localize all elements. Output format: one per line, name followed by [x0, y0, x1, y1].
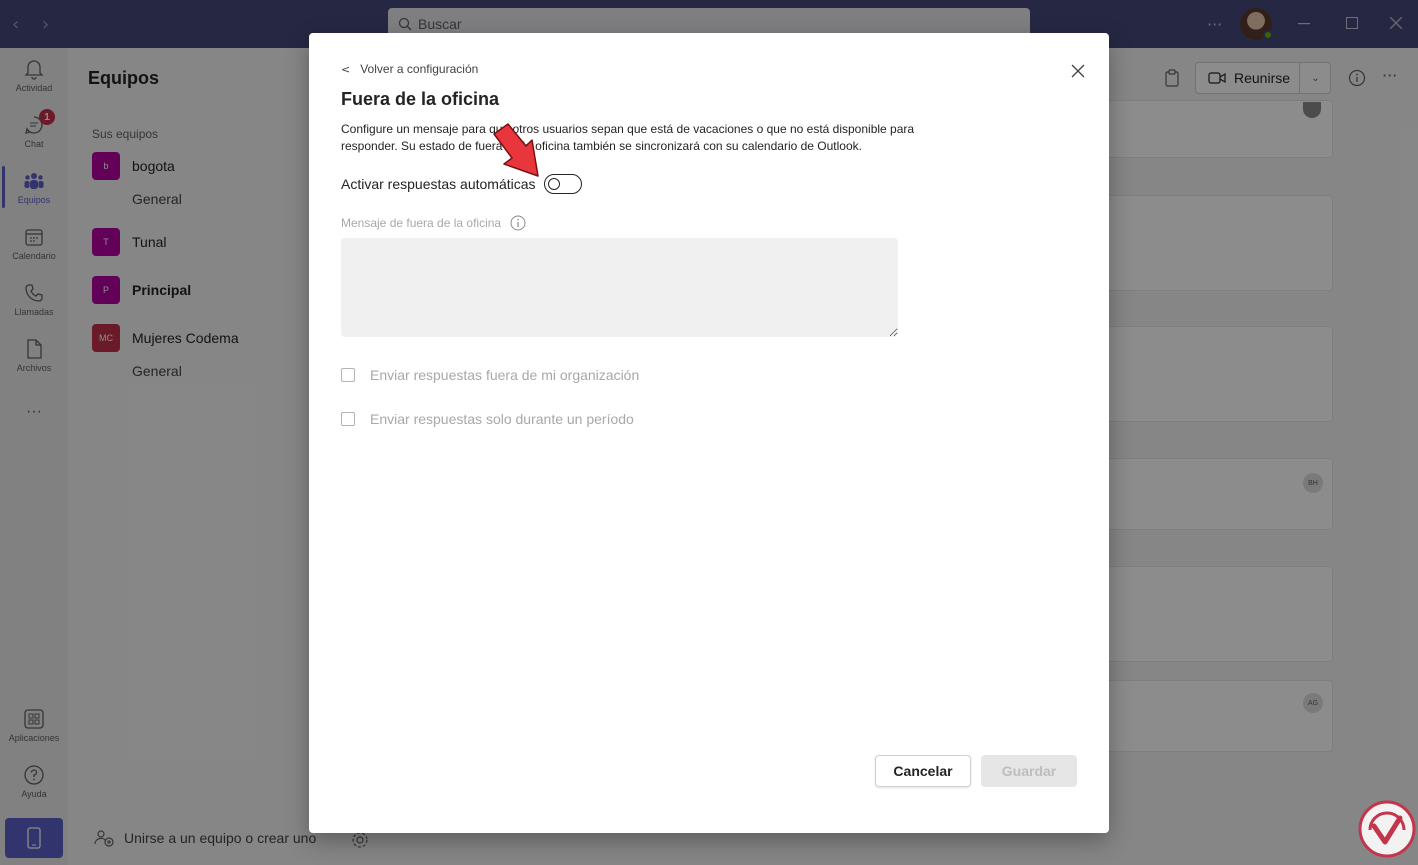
checkbox-label: Enviar respuestas fuera de mi organizaci… — [370, 367, 640, 383]
info-icon[interactable] — [510, 215, 526, 231]
checkbox-label: Enviar respuestas solo durante un períod… — [370, 411, 634, 427]
checkbox-period-row: Enviar respuestas solo durante un períod… — [341, 411, 634, 427]
toggle-knob — [547, 177, 560, 190]
dialog-title: Fuera de la oficina — [341, 89, 500, 109]
message-textarea[interactable] — [341, 238, 898, 337]
annotation-arrow-icon — [493, 123, 539, 177]
auto-reply-toggle[interactable] — [543, 174, 582, 194]
out-of-office-dialog: < Volver a configuración Fuera de la ofi… — [309, 33, 1109, 833]
checkbox-outside-org-row: Enviar respuestas fuera de mi organizaci… — [341, 367, 639, 383]
save-button[interactable]: Guardar — [981, 755, 1077, 787]
message-label: Mensaje de fuera de la oficina — [341, 216, 502, 230]
cancel-button[interactable]: Cancelar — [875, 755, 971, 787]
message-label-row: Mensaje de fuera de la oficina — [341, 215, 526, 231]
back-label: Volver a configuración — [360, 62, 479, 76]
watermark-logo-icon — [1358, 800, 1416, 858]
chevron-left-icon: < — [341, 62, 351, 76]
checkbox-period[interactable] — [341, 412, 355, 426]
dialog-description: Configure un mensaje para que otros usua… — [341, 122, 915, 153]
close-icon[interactable] — [1068, 61, 1088, 81]
back-to-settings-link[interactable]: < Volver a configuración — [341, 62, 478, 76]
checkbox-outside-org[interactable] — [341, 368, 355, 382]
